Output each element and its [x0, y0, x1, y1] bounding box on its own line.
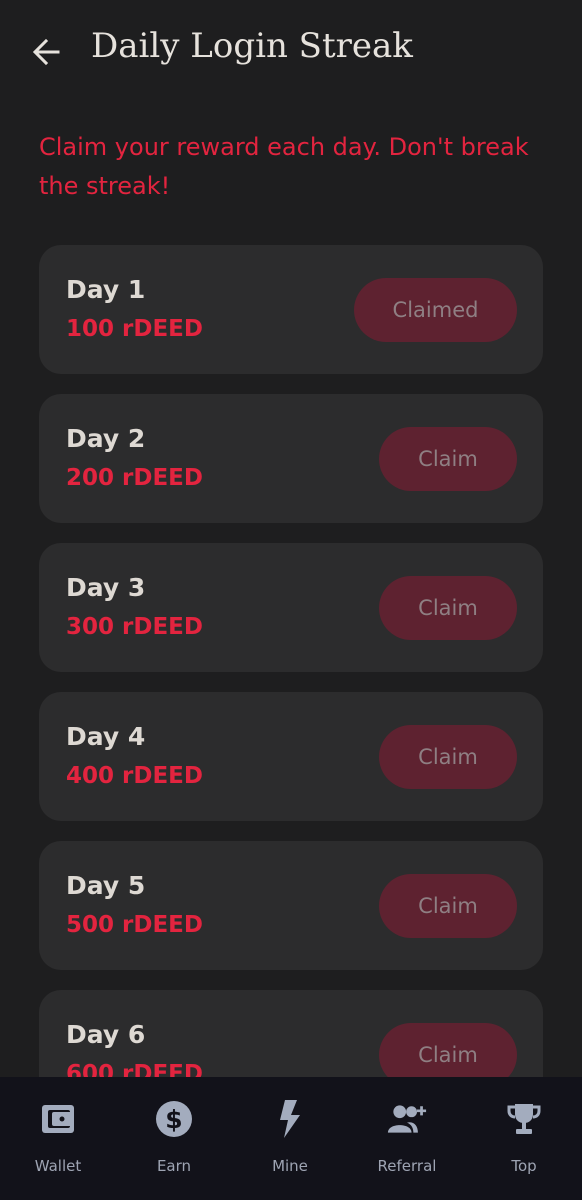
streak-description: Claim your reward each day. Don't break …: [39, 133, 529, 200]
arrow-left-icon: [32, 38, 60, 66]
back-button[interactable]: [26, 32, 66, 72]
claim-button[interactable]: Claim: [379, 427, 517, 491]
day-label: Day 4: [66, 722, 146, 751]
claim-button[interactable]: Claim: [379, 576, 517, 640]
app-header: Daily Login Streak: [0, 0, 582, 100]
dollar-coin-icon: $: [156, 1101, 192, 1137]
bottom-nav: Wallet $ Earn Mine Referral Top: [0, 1077, 582, 1200]
reward-amount: 500 rDEED: [66, 912, 203, 938]
day-label: Day 3: [66, 573, 146, 602]
day-list[interactable]: Day 1 100 rDEED Claimed Day 2 200 rDEED …: [39, 245, 543, 1077]
nav-item-top[interactable]: Top: [466, 1077, 582, 1200]
day-card-2: Day 2 200 rDEED Claim: [39, 394, 543, 523]
claimed-button[interactable]: Claimed: [354, 278, 517, 342]
day-label: Day 5: [66, 871, 146, 900]
nav-label: Earn: [156, 1157, 192, 1175]
day-card-4: Day 4 400 rDEED Claim: [39, 692, 543, 821]
wallet-icon: [42, 1105, 74, 1133]
claim-button[interactable]: Claim: [379, 1023, 517, 1077]
nav-item-wallet[interactable]: Wallet: [0, 1077, 116, 1200]
nav-label: Top: [511, 1157, 537, 1175]
day-label: Day 2: [66, 424, 146, 453]
day-card-5: Day 5 500 rDEED Claim: [39, 841, 543, 970]
day-label: Day 6: [66, 1020, 146, 1049]
nav-item-earn[interactable]: $ Earn: [116, 1077, 232, 1200]
reward-amount: 600 rDEED: [66, 1061, 203, 1077]
reward-amount: 200 rDEED: [66, 465, 203, 491]
svg-text:$: $: [165, 1105, 182, 1134]
nav-label: Referral: [377, 1157, 437, 1175]
nav-label: Mine: [272, 1157, 308, 1175]
reward-amount: 100 rDEED: [66, 316, 203, 342]
claim-button[interactable]: Claim: [379, 874, 517, 938]
nav-label: Wallet: [34, 1157, 82, 1175]
day-label: Day 1: [66, 275, 146, 304]
day-card-1: Day 1 100 rDEED Claimed: [39, 245, 543, 374]
nav-item-referral[interactable]: Referral: [349, 1077, 465, 1200]
lightning-bolt-icon: [280, 1100, 300, 1138]
claim-button[interactable]: Claim: [379, 725, 517, 789]
day-card-3: Day 3 300 rDEED Claim: [39, 543, 543, 672]
add-user-icon: [387, 1105, 427, 1133]
reward-amount: 400 rDEED: [66, 763, 203, 789]
nav-item-mine[interactable]: Mine: [232, 1077, 348, 1200]
reward-amount: 300 rDEED: [66, 614, 203, 640]
trophy-icon: [507, 1104, 541, 1134]
day-card-6: Day 6 600 rDEED Claim: [39, 990, 543, 1077]
page-title: Daily Login Streak: [91, 26, 413, 66]
